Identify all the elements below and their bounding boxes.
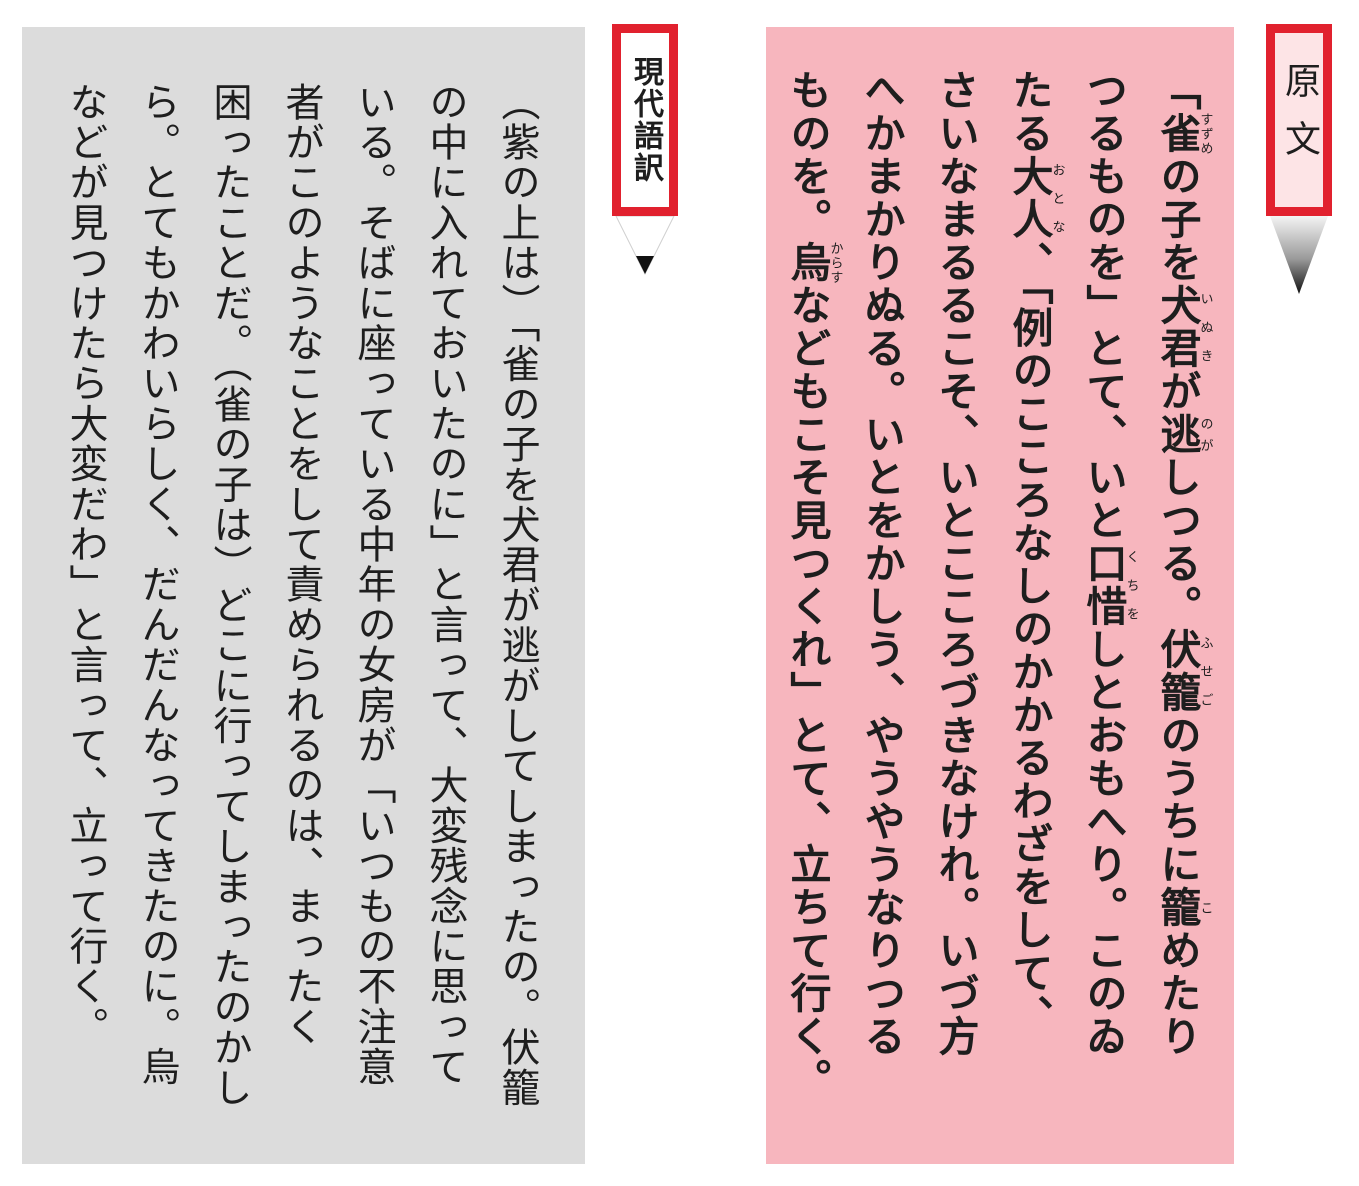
ruby-noga: 逃のが <box>1153 413 1213 456</box>
original-line-6: ものを。烏からすなどもこそ見つくれ」とて、立ちて行く。 <box>783 69 843 1101</box>
original-text: 「雀すずめの子を犬君いぬきが逃のがしつる。伏籠ふせごのうちに籠こめたり つるもの… <box>770 69 1214 1159</box>
modern-translation-pencil-label: 現代語訳 <box>612 24 678 276</box>
pencil-body: 現代語訳 <box>612 24 678 216</box>
original-text-pencil-label: 原文 <box>1266 24 1332 299</box>
original-line-5: へかまかりぬる。いとをかしう、やうやうなりつる <box>857 69 905 1058</box>
pencil-tip-icon <box>1270 216 1328 294</box>
modern-line-3: いる。そばに座っている中年の女房が「いつもの不注意 <box>351 82 396 1087</box>
pencil-label-box: 原文 <box>1275 33 1323 207</box>
original-line-3: たる大人おとな、「例のこころなしのかかるわざをして、 <box>1005 69 1065 1038</box>
ruby-fusego: 伏籠ふせご <box>1153 628 1213 714</box>
original-line-4: さいなまるるこそ、いとこころづきなけれ。いづ方 <box>931 69 979 1058</box>
modern-line-7: などが見つけたら大変だわ」と言って、立って行く。 <box>63 82 108 1047</box>
original-label: 原文 <box>1279 62 1320 178</box>
modern-line-5: 困ったことだ。（雀の子は）どこに行ってしまったのかし <box>207 82 252 1108</box>
original-text-panel: 「雀すずめの子を犬君いぬきが逃のがしつる。伏籠ふせごのうちに籠こめたり つるもの… <box>766 27 1234 1164</box>
ruby-ko: 籠こ <box>1153 886 1213 929</box>
ruby-karasu: 烏からす <box>783 241 843 284</box>
ruby-suzume: 雀すずめ <box>1153 112 1213 155</box>
ruby-otona: 大人おとな <box>1005 155 1065 241</box>
original-line-2: つるものを」とて、いと口惜くちをしとおもへり。このゐ <box>1079 69 1139 1058</box>
ruby-inuki: 犬君いぬき <box>1153 284 1213 370</box>
pencil-label-box: 現代語訳 <box>621 33 669 207</box>
pencil-tip-icon <box>615 216 675 276</box>
modern-translation-text: （紫の上は）「雀の子を犬君が逃がしてしまったの。伏籠 の中に入れておいたのに」と… <box>49 82 553 1142</box>
modern-line-6: ら。とてもかわいらしく、だんだんなってきたのに。烏 <box>135 82 180 1087</box>
modern-label: 現代語訳 <box>628 56 663 184</box>
modern-line-1: （紫の上は）「雀の子を犬君が逃がしてしまったの。伏籠 <box>495 82 540 1108</box>
original-line-1: 「雀すずめの子を犬君いぬきが逃のがしつる。伏籠ふせごのうちに籠こめたり <box>1153 69 1213 1058</box>
modern-translation-panel: （紫の上は）「雀の子を犬君が逃がしてしまったの。伏籠 の中に入れておいたのに」と… <box>22 27 585 1164</box>
modern-line-2: の中に入れておいたのに」と言って、大変残念に思って <box>423 82 468 1087</box>
pencil-body: 原文 <box>1266 24 1332 216</box>
ruby-kuchiwo: 口惜くちを <box>1079 542 1139 628</box>
modern-line-4: 者がこのようなことをして責められるのは、まったく <box>279 82 324 1047</box>
